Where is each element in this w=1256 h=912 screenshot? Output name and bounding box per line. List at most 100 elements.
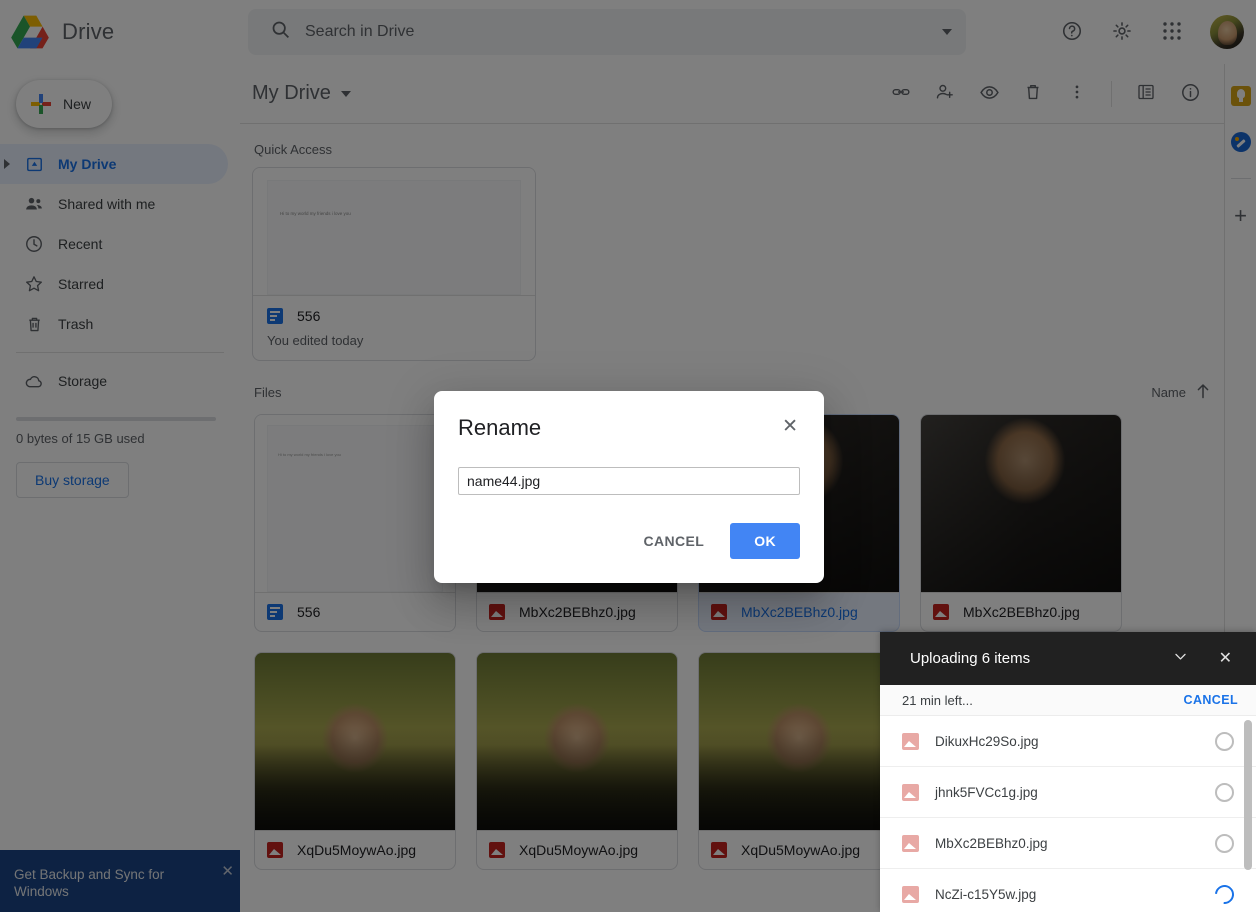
quick-access-meta: 556 You edited today [253, 295, 535, 360]
file-card[interactable]: XqDu5MoywAo.jpg [254, 652, 456, 870]
quick-access-file-name: 556 [297, 308, 321, 324]
file-name: MbXc2BEBhz0.jpg [741, 604, 858, 620]
file-card[interactable]: XqDu5MoywAo.jpg [476, 652, 678, 870]
more-actions-button[interactable] [1057, 74, 1097, 114]
preview-button[interactable] [969, 74, 1009, 114]
share-button[interactable] [925, 74, 965, 114]
new-button-label: New [63, 96, 92, 112]
sidebar-item-shared-with-me[interactable]: Shared with me [0, 184, 228, 224]
help-button[interactable] [1052, 12, 1092, 52]
add-addon-button[interactable]: + [1234, 205, 1247, 227]
settings-button[interactable] [1102, 12, 1142, 52]
info-icon [1180, 82, 1201, 106]
search-options-icon[interactable] [942, 29, 952, 35]
cancel-upload-button[interactable]: CANCEL [1184, 693, 1246, 707]
upload-panel: Uploading 6 items ✕ 21 min left... CANCE… [880, 632, 1256, 912]
image-icon [711, 842, 727, 858]
new-button[interactable]: New [16, 80, 112, 128]
toolbar-divider [1111, 80, 1112, 107]
google-docs-icon [267, 604, 283, 620]
sidebar-divider [16, 352, 224, 353]
search-input[interactable] [305, 23, 928, 41]
image-icon [902, 783, 919, 801]
image-icon [489, 842, 505, 858]
image-icon [902, 732, 919, 750]
file-card[interactable]: Hi to my world my friends i love you 556 [254, 414, 456, 632]
rail-divider [1230, 178, 1251, 179]
arrow-up-icon [1196, 383, 1210, 402]
image-icon [933, 604, 949, 620]
storage-progress-bar [16, 417, 216, 421]
files-heading: Files [254, 385, 282, 400]
file-card[interactable]: MbXc2BEBhz0.jpg [920, 414, 1122, 632]
sidebar-item-label: My Drive [58, 156, 117, 172]
clock-icon [24, 234, 44, 254]
sidebar-item-recent[interactable]: Recent [0, 224, 228, 264]
ok-button[interactable]: OK [730, 523, 800, 559]
sidebar-item-storage[interactable]: Storage [0, 361, 228, 401]
close-icon[interactable]: ✕ [780, 415, 800, 438]
sidebar-item-label: Recent [58, 236, 103, 252]
get-link-button[interactable] [881, 74, 921, 114]
brand-title: Drive [62, 19, 115, 44]
cancel-button[interactable]: CANCEL [629, 523, 718, 559]
person-add-icon [935, 82, 955, 105]
cloud-icon [24, 371, 44, 391]
plus-icon [31, 94, 51, 114]
search-area [240, 9, 1052, 55]
quick-access-card[interactable]: Hi to my world my friends i love you 556… [252, 167, 536, 361]
doc-preview-text: Hi to my world my friends i love you [280, 211, 351, 216]
doc-preview-text: Hi to my world my friends i love you [278, 452, 341, 457]
file-name: XqDu5MoywAo.jpg [741, 842, 861, 858]
my-drive-icon [24, 154, 44, 174]
google-apps-button[interactable] [1152, 12, 1192, 52]
link-icon [891, 82, 911, 105]
rename-dialog: Rename ✕ CANCEL OK [434, 391, 824, 583]
upload-progress-spinner [1215, 833, 1234, 853]
sidebar-item-trash[interactable]: Trash [0, 304, 228, 344]
upload-item-list[interactable]: DikuxHc29So.jpg jhnk5FVCc1g.jpg MbXc2BEB… [880, 716, 1256, 912]
image-icon [902, 834, 919, 852]
upload-progress-spinner [1211, 880, 1238, 908]
upload-panel-header: Uploading 6 items ✕ [880, 632, 1256, 685]
upload-item-name: NcZi-c15Y5w.jpg [935, 886, 1037, 902]
file-name: XqDu5MoywAo.jpg [297, 842, 417, 858]
upload-list-scrollbar[interactable] [1244, 720, 1252, 870]
remove-button[interactable] [1013, 74, 1053, 114]
sidebar-item-label: Trash [58, 316, 94, 332]
close-icon[interactable]: ✕ [1209, 645, 1242, 673]
account-avatar[interactable] [1210, 15, 1244, 49]
file-thumbnail [699, 653, 899, 830]
quick-access-thumbnail: Hi to my world my friends i love you [253, 168, 535, 295]
upload-item: NcZi-c15Y5w.jpg [880, 869, 1256, 912]
upload-progress-spinner [1215, 782, 1234, 802]
chevron-down-icon[interactable] [340, 90, 351, 97]
backup-sync-banner: Get Backup and Sync for Windows ✕ [0, 850, 248, 912]
google-keep-button[interactable] [1230, 86, 1251, 106]
help-circle-icon [1061, 20, 1083, 45]
sidebar-item-starred[interactable]: Starred [0, 264, 228, 304]
sidebar-item-my-drive[interactable]: My Drive [0, 144, 228, 184]
trash-icon [1023, 82, 1043, 105]
image-icon [267, 842, 283, 858]
sidebar-item-label: Starred [58, 276, 104, 292]
breadcrumb[interactable]: My Drive [252, 82, 351, 105]
file-thumbnail [255, 653, 455, 830]
main-toolbar: My Drive [240, 64, 1224, 124]
quick-access-subtitle: You edited today [267, 333, 364, 348]
list-view-button[interactable] [1126, 74, 1166, 114]
apps-grid-icon [1162, 21, 1182, 44]
buy-storage-button[interactable]: Buy storage [16, 462, 129, 498]
sort-control[interactable]: Name [1151, 383, 1210, 402]
expand-caret-icon[interactable] [4, 159, 10, 169]
google-tasks-button[interactable] [1230, 132, 1251, 152]
top-actions [1052, 12, 1256, 52]
file-name: XqDu5MoywAo.jpg [519, 842, 639, 858]
file-card[interactable]: XqDu5MoywAo.jpg [698, 652, 900, 870]
rename-input[interactable] [458, 467, 800, 495]
list-view-icon [1136, 82, 1156, 105]
close-icon[interactable]: ✕ [221, 862, 234, 880]
search-box[interactable] [248, 9, 966, 55]
details-button[interactable] [1170, 74, 1210, 114]
chevron-down-icon[interactable] [1162, 642, 1199, 675]
